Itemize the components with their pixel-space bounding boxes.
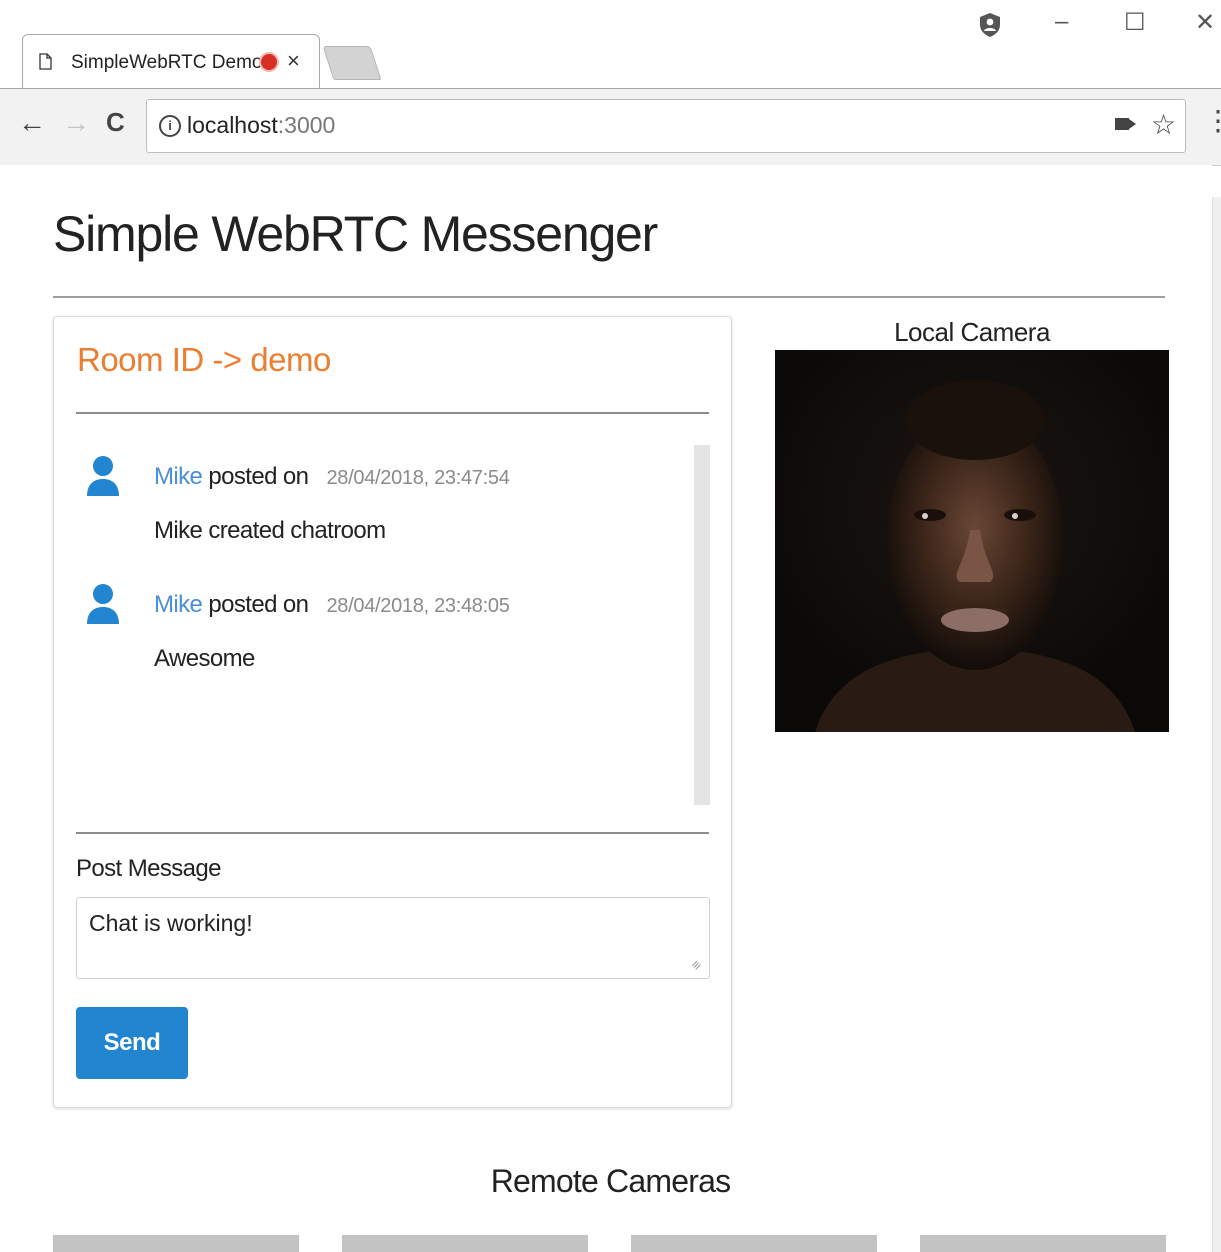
send-button[interactable]: Send [76, 1007, 188, 1079]
room-divider [76, 412, 709, 414]
new-tab-button[interactable] [322, 46, 382, 80]
page-scrollbar[interactable] [1212, 197, 1221, 1252]
page-content: Simple WebRTC Messenger Room ID -> demo … [0, 165, 1212, 1252]
message-posted-label: posted on [208, 591, 309, 618]
tab-title: SimpleWebRTC Demo [71, 52, 263, 73]
tab-strip: SimpleWebRTC Demo × – ☐ ✕ [0, 0, 1221, 89]
post-divider [76, 832, 709, 834]
remote-camera-tile [53, 1235, 299, 1252]
message-header: Mike posted on 28/04/2018, 23:47:54 [154, 463, 510, 491]
title-divider [53, 296, 1165, 298]
message-header: Mike posted on 28/04/2018, 23:48:05 [154, 591, 510, 619]
back-button[interactable]: ← [18, 109, 46, 137]
info-icon[interactable]: i [159, 115, 181, 137]
message-timestamp: 28/04/2018, 23:47:54 [326, 467, 510, 489]
url-text: localhost:3000 [187, 112, 335, 139]
list-item: Mike posted on 28/04/2018, 23:48:05 Awes… [76, 573, 676, 683]
remote-camera-tile [631, 1235, 877, 1252]
recording-icon [261, 54, 277, 70]
url-port: :3000 [277, 112, 336, 138]
remote-camera-tile [342, 1235, 588, 1252]
window-close-button[interactable]: ✕ [1195, 8, 1215, 37]
room-title: Room ID -> demo [77, 341, 331, 378]
message-list: Mike posted on 28/04/2018, 23:47:54 Mike… [76, 445, 686, 805]
camera-icon[interactable] [1115, 118, 1129, 130]
local-camera-label: Local Camera [894, 317, 1050, 347]
message-timestamp: 28/04/2018, 23:48:05 [326, 595, 510, 617]
message-input[interactable] [76, 897, 710, 979]
user-icon [87, 584, 119, 624]
page-title: Simple WebRTC Messenger [53, 206, 658, 262]
page-icon [39, 53, 52, 70]
message-text: Awesome [154, 645, 255, 672]
message-posted-label: posted on [208, 463, 309, 490]
message-scrollbar[interactable] [694, 445, 710, 805]
maximize-button[interactable]: ☐ [1124, 8, 1146, 37]
profile-icon[interactable] [978, 12, 1002, 38]
address-bar[interactable]: i localhost:3000 ☆ [146, 99, 1186, 153]
url-host: localhost [187, 112, 278, 138]
remote-cameras-title: Remote Cameras [490, 1163, 731, 1199]
forward-button[interactable]: → [62, 109, 90, 137]
local-camera-video [775, 350, 1169, 732]
list-item: Mike posted on 28/04/2018, 23:47:54 Mike… [76, 445, 676, 555]
message-text: Mike created chatroom [154, 517, 386, 544]
user-icon [87, 456, 119, 496]
webcam-person-image [775, 350, 1169, 732]
message-author[interactable]: Mike [154, 591, 203, 618]
close-icon[interactable]: × [287, 48, 300, 74]
post-message-label: Post Message [76, 855, 221, 882]
menu-icon[interactable]: ⋮ [1204, 107, 1221, 135]
minimize-button[interactable]: – [1055, 8, 1068, 36]
remote-camera-tile [920, 1235, 1166, 1252]
star-icon[interactable]: ☆ [1151, 108, 1176, 141]
browser-tab[interactable]: SimpleWebRTC Demo × [22, 34, 320, 89]
browser-toolbar: ← → C i localhost:3000 ☆ ⋮ [0, 88, 1221, 166]
chat-card: Room ID -> demo Mike posted on 28/04/201… [53, 316, 732, 1108]
reload-button[interactable]: C [106, 109, 125, 135]
message-author[interactable]: Mike [154, 463, 203, 490]
